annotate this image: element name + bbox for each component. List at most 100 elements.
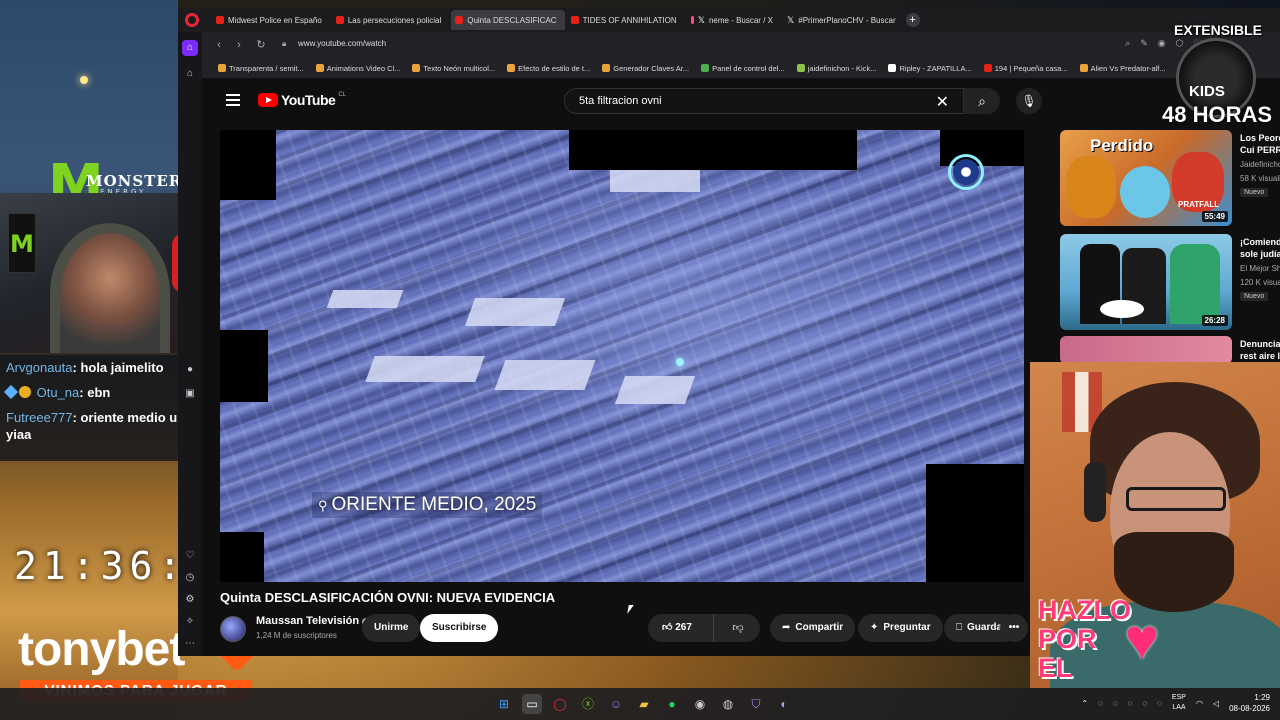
address-bar: ‹ › ↻ 🔒︎ www.youtube.com/watch ⌕ ✎ ◉ ⬡ ♡…	[202, 32, 1280, 58]
bookmark-item[interactable]: Efecto de estilo de t...	[507, 64, 590, 73]
tray-app-icon[interactable]: ◌	[1098, 699, 1103, 708]
recommendation-channel[interactable]: Jaidefinichon GO	[1240, 160, 1280, 169]
shield-icon[interactable]: ⬡	[1176, 38, 1184, 49]
bookmark-item[interactable]: 194 | Pequeña casa...	[983, 64, 1068, 73]
bookmark-item[interactable]: Panel de control del...	[701, 64, 785, 73]
bookmark-item[interactable]: Generador Claves Ar...	[602, 64, 689, 73]
folder-icon[interactable]: ▰	[634, 694, 654, 714]
recommendation-channel[interactable]: El Mejor Show de	[1240, 264, 1280, 273]
recommendation-title[interactable]: ¡Comiendo sole judía durante 2	[1240, 236, 1280, 260]
tray-app-icon[interactable]: ◌	[1142, 699, 1147, 708]
recommendation-title[interactable]: Los Peores Cui PERROS PRAT	[1240, 132, 1280, 156]
zoom-icon[interactable]: ⌕	[1125, 38, 1130, 49]
tray-chevron-icon[interactable]: ⌃	[1081, 699, 1088, 708]
pin-icon[interactable]: ⌂	[182, 66, 198, 82]
bookmark-item[interactable]: Ripley - ZAPATILLA...	[888, 63, 972, 73]
video-duration: 26:28	[1201, 315, 1228, 326]
ask-button[interactable]: ✦ Preguntar	[858, 614, 943, 642]
tier-badge-icon	[19, 386, 31, 398]
chat-username: Arvgonauta	[6, 360, 73, 375]
settings-icon[interactable]: ⚙	[182, 592, 198, 608]
tab-tides-of-annihilation[interactable]: TIDES OF ANNIHILATION	[567, 10, 685, 30]
subscribe-button[interactable]: Suscribirse	[420, 614, 499, 642]
channel-avatar[interactable]	[220, 616, 246, 642]
dislike-button[interactable]: 👎︎	[718, 614, 758, 642]
opera-logo-icon[interactable]	[185, 13, 199, 27]
tab-label: Midwest Police en Españo	[228, 15, 322, 25]
tab-primerplano[interactable]: 𝕏 #PrimerPlanoCHV - Buscar	[783, 10, 904, 30]
video-player[interactable]: ⚲ ORIENTE MEDIO, 2025	[220, 130, 1024, 582]
system-tray: ⌃ ◌ ◌ ◌ ◌ ◌ ESP LAA ◠ ◁ 1:29 08-08-2026	[1081, 692, 1270, 714]
volume-icon[interactable]: ◁	[1213, 699, 1219, 708]
shield-app-icon[interactable]: ⛉	[746, 694, 766, 714]
bookmark-favicon	[507, 64, 516, 72]
tab-neme-buscar[interactable]: 𝕏neme - Buscar / X	[687, 10, 781, 30]
video-thumbnail[interactable]	[1060, 336, 1232, 364]
x-icon: 𝕏	[786, 15, 795, 25]
new-tab-button[interactable]: +	[905, 13, 920, 27]
youtube-icon	[335, 16, 344, 24]
spotify-icon[interactable]: ●	[662, 694, 682, 714]
taskbar-clock[interactable]: 1:29 08-08-2026	[1229, 692, 1270, 714]
twitch-icon[interactable]: ▣	[182, 386, 198, 402]
tray-app-icon[interactable]: ◌	[1157, 699, 1162, 708]
edit-icon[interactable]: ✎	[1140, 38, 1148, 49]
tab-quinta-desclasificacion[interactable]: Quinta DESCLASIFICAC	[451, 10, 565, 30]
back-icon[interactable]: ‹	[212, 38, 226, 52]
bulb-icon[interactable]: ✧	[182, 614, 198, 630]
like-button[interactable]: 👍︎ 267	[648, 614, 714, 642]
bookmark-favicon	[796, 64, 805, 72]
spotify-icon[interactable]: ●	[182, 362, 198, 378]
language-indicator[interactable]: ESP LAA	[1172, 693, 1186, 713]
more-actions-button[interactable]: •••	[1000, 614, 1028, 642]
clear-search-icon[interactable]: ✕	[936, 92, 949, 112]
censor-block	[926, 464, 1024, 582]
bookmark-favicon	[218, 64, 226, 72]
wifi-icon[interactable]: ◠	[1196, 699, 1203, 708]
tray-app-icon[interactable]: ◌	[1113, 699, 1118, 708]
recommendation-title[interactable]: Denuncian rest aire libre en Me	[1240, 338, 1280, 362]
bookmark-item[interactable]: Animations Video Cl...	[315, 64, 400, 73]
bookmark-label: Transparenta / semit...	[229, 63, 304, 73]
discord-icon[interactable]: ☺	[606, 694, 626, 714]
extensible-label: EXTENSIBLE	[1174, 22, 1262, 38]
home-icon[interactable]: ⌂	[182, 40, 198, 56]
more-icon[interactable]: ⋯	[182, 636, 198, 652]
voice-search-button[interactable]: 🎙︎	[1016, 88, 1042, 114]
bookmark-item[interactable]: Texto Neón multicol...	[412, 64, 495, 73]
windows-start-icon[interactable]: ⊞	[494, 694, 514, 714]
bookmark-label: Ripley - ZAPATILLA...	[899, 63, 972, 73]
share-button[interactable]: ➦ Compartir	[770, 614, 856, 642]
steam-icon[interactable]: ◐	[774, 694, 794, 714]
opera-icon[interactable]: ◯	[550, 694, 570, 714]
tab-persecuciones[interactable]: Las persecuciones policial	[332, 10, 449, 30]
search-button[interactable]: ⌕	[964, 88, 1000, 114]
video-thumbnail[interactable]: Perdido PRATFALL 55:49	[1060, 130, 1232, 226]
app-icon[interactable]: ◍	[718, 694, 738, 714]
reload-icon[interactable]: ↻	[254, 38, 268, 52]
bookmark-item[interactable]: Transparenta / semit...	[218, 64, 304, 73]
channel-name[interactable]: Maussan Televisión✓	[256, 615, 371, 627]
location-pin-icon: ⚲	[318, 498, 328, 513]
youtube-logo[interactable]: YouTube CL	[258, 92, 346, 108]
tray-app-icon[interactable]: ◌	[1128, 699, 1133, 708]
video-thumbnail[interactable]: 26:28	[1060, 234, 1232, 330]
heart-icon[interactable]: ♡	[182, 548, 198, 564]
bookmark-item[interactable]: Alien Vs Predator-alf...	[1079, 64, 1166, 73]
xbox-icon[interactable]: ⓧ	[578, 694, 598, 714]
camera-icon[interactable]: ◉	[1158, 38, 1166, 49]
x-icon: 𝕏	[697, 15, 705, 25]
join-button[interactable]: Unirme	[362, 614, 421, 642]
forward-icon[interactable]: ›	[232, 38, 246, 52]
task-view-icon[interactable]: ▭	[522, 694, 542, 714]
search-input[interactable]: 5ta filtracion ovni ✕	[564, 88, 964, 114]
menu-icon[interactable]	[226, 94, 240, 106]
bookmark-label: jaidefinichon - Kick...	[807, 63, 877, 73]
history-icon[interactable]: ◷	[182, 570, 198, 586]
bookmark-item[interactable]: jaidefinichon - Kick...	[796, 63, 877, 73]
url-field[interactable]: www.youtube.com/watch	[298, 39, 386, 48]
obs-icon[interactable]: ◉	[690, 694, 710, 714]
censor-block	[569, 130, 857, 170]
bookmark-favicon	[1079, 64, 1088, 72]
tab-midwest-police[interactable]: Midwest Police en Españo	[212, 10, 330, 30]
